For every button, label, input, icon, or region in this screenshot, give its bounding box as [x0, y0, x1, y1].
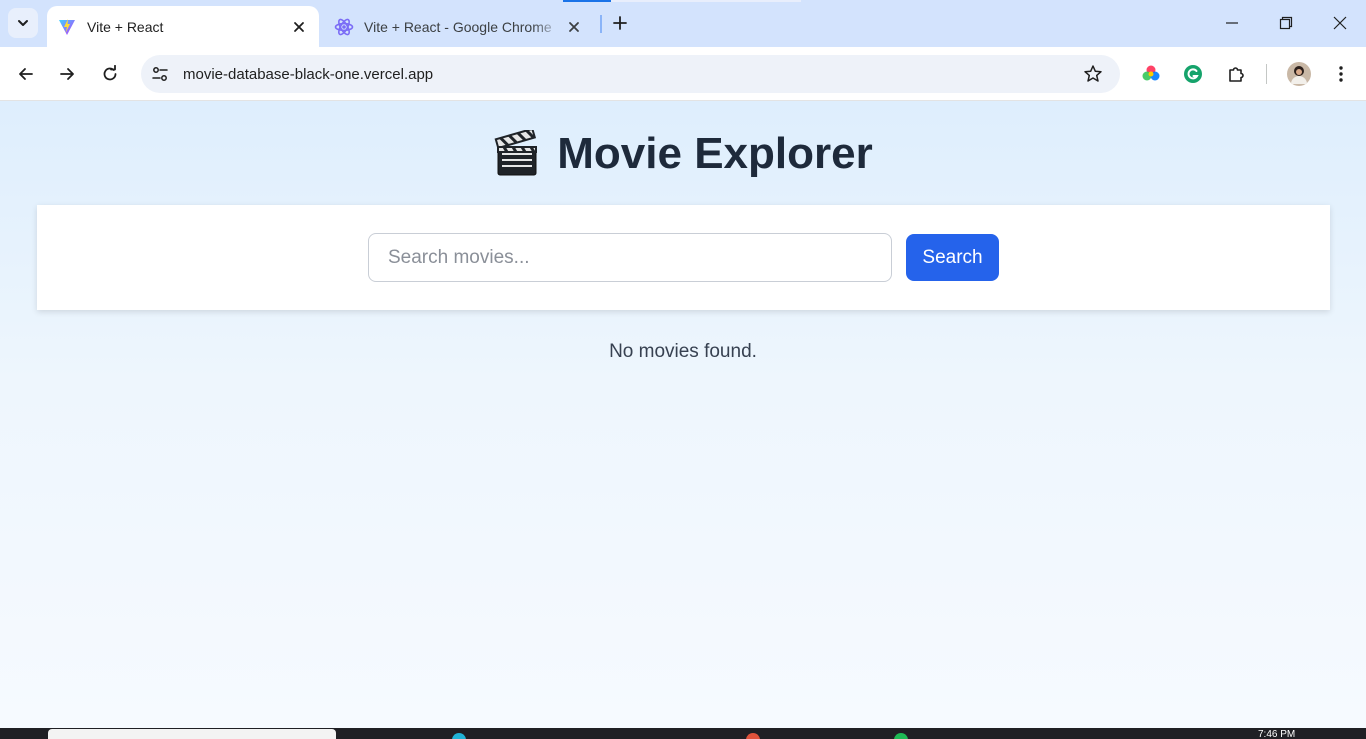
tab-title: Vite + React	[87, 18, 164, 35]
close-tab-icon[interactable]	[562, 15, 586, 39]
minimize-icon	[1226, 22, 1238, 24]
search-input[interactable]	[368, 233, 892, 282]
grammarly-icon[interactable]	[1178, 59, 1208, 89]
plus-icon	[613, 16, 627, 30]
tab-search-button[interactable]	[8, 8, 38, 38]
minimize-button[interactable]	[1217, 8, 1247, 38]
extensions-puzzle-icon[interactable]	[1221, 59, 1251, 89]
taskbar-app-icon[interactable]	[452, 733, 466, 739]
search-card: Search	[37, 205, 1330, 310]
toolbar-divider	[1266, 64, 1267, 84]
close-window-button[interactable]	[1325, 8, 1355, 38]
color-wheel-extension-icon[interactable]	[1136, 59, 1166, 89]
arrow-right-icon	[60, 68, 74, 80]
close-tab-icon[interactable]	[287, 15, 311, 39]
empty-results-message: No movies found.	[609, 341, 757, 362]
new-tab-button[interactable]	[606, 9, 634, 37]
arrow-left-icon	[19, 68, 33, 80]
tab-strip-highlight	[611, 0, 801, 2]
taskbar-search-box[interactable]	[48, 729, 336, 739]
address-url[interactable]: movie-database-black-one.vercel.app	[183, 66, 1078, 83]
vite-icon	[57, 17, 77, 37]
close-icon	[1333, 16, 1347, 30]
os-taskbar: 7:46 PM	[0, 728, 1366, 739]
profile-avatar[interactable]	[1284, 59, 1314, 89]
tab-loading-indicator	[563, 0, 611, 2]
tab-strip: Vite + React Vite + React - Google Chrom…	[0, 0, 1366, 47]
page-content: Movie Explorer Search No movies found.	[0, 101, 1366, 728]
page-title: Movie Explorer	[0, 129, 1366, 179]
chevron-down-icon	[18, 20, 28, 26]
react-icon	[334, 17, 354, 37]
address-bar[interactable]: movie-database-black-one.vercel.app	[141, 55, 1120, 93]
site-settings-icon[interactable]	[145, 59, 175, 89]
app-title-text: Movie Explorer	[557, 129, 873, 178]
reload-button[interactable]	[95, 59, 125, 89]
back-button[interactable]	[11, 59, 41, 89]
taskbar-clock[interactable]: 7:46 PM	[1258, 729, 1295, 739]
kebab-menu-icon	[1339, 66, 1343, 82]
tab-title: Vite + React - Google Chrome	[364, 18, 552, 35]
clapperboard-icon	[493, 130, 541, 178]
taskbar-app-icon[interactable]	[894, 733, 908, 739]
tab-vite-react-chrome[interactable]: Vite + React - Google Chrome	[324, 6, 594, 47]
tab-vite-react[interactable]: Vite + React	[47, 6, 319, 47]
browser-menu-button[interactable]	[1326, 59, 1356, 89]
restore-icon	[1279, 16, 1293, 30]
bookmark-star-icon[interactable]	[1078, 59, 1108, 89]
search-button[interactable]: Search	[906, 234, 999, 281]
tab-separator	[600, 15, 602, 33]
reload-icon	[103, 65, 117, 81]
forward-button[interactable]	[52, 59, 82, 89]
browser-toolbar: movie-database-black-one.vercel.app	[0, 47, 1366, 101]
taskbar-chrome-icon[interactable]	[746, 733, 760, 739]
restore-button[interactable]	[1271, 8, 1301, 38]
